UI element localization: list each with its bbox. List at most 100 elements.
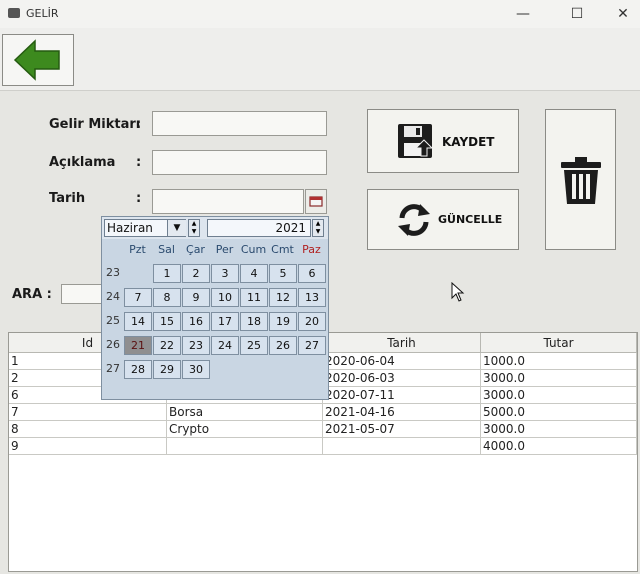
calendar-day[interactable]: 25 [240, 336, 268, 355]
calendar-day[interactable]: 18 [240, 312, 268, 331]
search-label: ARA : [12, 287, 52, 302]
calendar-day[interactable]: 30 [182, 360, 210, 379]
calendar-day[interactable]: 28 [124, 360, 152, 379]
cell-tutar[interactable]: 4000.0 [481, 438, 637, 455]
calendar-day[interactable]: 24 [211, 336, 239, 355]
day-of-week-header: Cum [240, 243, 267, 256]
calendar-header: Haziran ▼ ▲ ▼ 2021 ▲ ▼ [102, 217, 328, 239]
toolbar [0, 28, 640, 91]
tarih-label: Tarih [49, 191, 86, 206]
arrow-left-icon [13, 39, 60, 81]
back-button[interactable] [2, 34, 74, 86]
save-label: KAYDET [442, 135, 495, 149]
cell-aciklama[interactable]: Borsa [167, 404, 323, 421]
calendar-day[interactable]: 4 [240, 264, 268, 283]
cell-id[interactable]: 7 [9, 404, 167, 421]
month-value: Haziran [107, 221, 153, 235]
day-of-week-header: Sal [158, 243, 175, 256]
floppy-icon [398, 124, 434, 158]
cell-aciklama[interactable]: Crypto [167, 421, 323, 438]
colon: : [136, 191, 142, 206]
tarih-input[interactable] [152, 189, 304, 214]
month-select[interactable]: Haziran ▼ [104, 219, 186, 237]
cell-tarih[interactable] [323, 438, 481, 455]
close-button[interactable]: ✕ [612, 4, 634, 24]
year-field[interactable]: 2021 [207, 219, 311, 237]
cell-tarih[interactable]: 2021-04-16 [323, 404, 481, 421]
week-number: 26 [106, 338, 120, 351]
week-number: 23 [106, 266, 120, 279]
calendar-day[interactable]: 7 [124, 288, 152, 307]
calendar-day[interactable]: 5 [269, 264, 297, 283]
title-bar: GELİR — ☐ ✕ [0, 0, 640, 28]
cursor-icon [451, 282, 465, 302]
calendar-day[interactable]: 8 [153, 288, 181, 307]
cell-tarih[interactable]: 2020-06-03 [323, 370, 481, 387]
calendar-day[interactable]: 26 [269, 336, 297, 355]
calendar-day[interactable]: 12 [269, 288, 297, 307]
cell-tutar[interactable]: 1000.0 [481, 353, 637, 370]
calendar-day[interactable]: 3 [211, 264, 239, 283]
calendar-day[interactable]: 20 [298, 312, 326, 331]
colon: : [136, 117, 142, 132]
cell-id[interactable]: 9 [9, 438, 167, 455]
month-spinner[interactable]: ▲ ▼ [188, 219, 200, 237]
week-number: 27 [106, 362, 120, 375]
calendar-day[interactable]: 13 [298, 288, 326, 307]
calendar-day[interactable]: 27 [298, 336, 326, 355]
calendar-day[interactable]: 29 [153, 360, 181, 379]
update-button[interactable]: GÜNCELLE [367, 189, 519, 250]
calendar-day[interactable]: 11 [240, 288, 268, 307]
trash-icon [561, 157, 601, 204]
day-of-week-header: Per [215, 243, 234, 256]
calendar-day[interactable]: 19 [269, 312, 297, 331]
year-spinner[interactable]: ▲ ▼ [312, 219, 324, 237]
cell-tutar[interactable]: 3000.0 [481, 387, 637, 404]
date-picker-popup: Haziran ▼ ▲ ▼ 2021 ▲ ▼ Pzt Sal Çar Per Cum Cmt P… [101, 216, 329, 400]
app-icon [8, 8, 20, 18]
colon: : [136, 155, 142, 170]
minimize-button[interactable]: — [512, 4, 534, 24]
calendar-icon [309, 196, 323, 207]
cell-tutar[interactable]: 3000.0 [481, 421, 637, 438]
calendar-day[interactable]: 22 [153, 336, 181, 355]
gelir-miktari-label: Gelir Miktarı [49, 117, 141, 132]
delete-button[interactable] [545, 109, 616, 250]
calendar-day[interactable]: 10 [211, 288, 239, 307]
gelir-miktari-input[interactable] [152, 111, 327, 136]
calendar-day[interactable]: 9 [182, 288, 210, 307]
calendar-day[interactable]: 2 [182, 264, 210, 283]
column-header-tutar[interactable]: Tutar [481, 333, 637, 353]
save-button[interactable]: KAYDET [367, 109, 519, 173]
refresh-icon [398, 204, 430, 236]
cell-id[interactable]: 8 [9, 421, 167, 438]
column-header-tarih[interactable]: Tarih [323, 333, 481, 353]
calendar-day[interactable]: 23 [182, 336, 210, 355]
cell-tarih[interactable]: 2021-05-07 [323, 421, 481, 438]
calendar-day[interactable]: 21 [124, 336, 152, 355]
day-of-week-header: Pzt [129, 243, 146, 256]
calendar-day[interactable]: 1 [153, 264, 181, 283]
cell-tutar[interactable]: 5000.0 [481, 404, 637, 421]
cell-tarih[interactable]: 2020-06-04 [323, 353, 481, 370]
update-label: GÜNCELLE [438, 213, 503, 226]
window-title: GELİR [26, 7, 59, 20]
calendar-day[interactable]: 6 [298, 264, 326, 283]
aciklama-label: Açıklama [49, 155, 116, 170]
week-number: 25 [106, 314, 120, 327]
week-number: 24 [106, 290, 120, 303]
cell-tarih[interactable]: 2020-07-11 [323, 387, 481, 404]
calendar-day[interactable]: 16 [182, 312, 210, 331]
maximize-button[interactable]: ☐ [566, 4, 588, 24]
aciklama-input[interactable] [152, 150, 327, 175]
calendar-day[interactable]: 15 [153, 312, 181, 331]
calendar-day[interactable]: 17 [211, 312, 239, 331]
chevron-down-icon[interactable]: ▼ [167, 220, 186, 236]
day-of-week-header: Paz [302, 243, 321, 256]
cell-tutar[interactable]: 3000.0 [481, 370, 637, 387]
cell-aciklama[interactable] [167, 438, 323, 455]
day-of-week-header: Çar [186, 243, 205, 256]
date-picker-button[interactable] [305, 189, 327, 214]
search-input[interactable] [61, 284, 103, 304]
calendar-day[interactable]: 14 [124, 312, 152, 331]
